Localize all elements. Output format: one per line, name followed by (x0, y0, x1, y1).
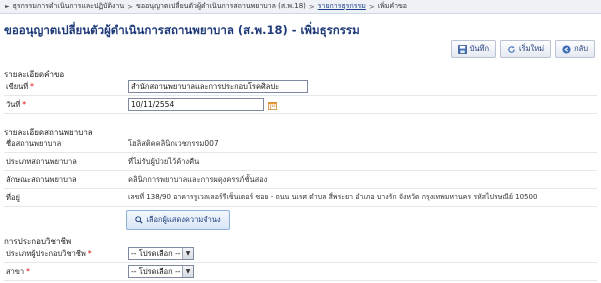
save-icon (457, 44, 467, 54)
select-operator-button-label: เลือกผู้แสดงความจำนง (146, 215, 221, 224)
required-mark: * (26, 266, 30, 276)
branch-row: สาขา * -- โปรดเลือก -- ▼ (4, 263, 597, 281)
chevron-down-icon: ▼ (182, 248, 193, 259)
breadcrumb-arrow-icon: ► (5, 3, 10, 10)
written-at-row: เขียนที่ * (4, 78, 597, 96)
date-label-text: วันที่ (6, 99, 21, 109)
profession-type-selected: -- โปรดเลือก -- (131, 248, 181, 258)
profession-type-label: ประเภทผู้ประกอบวิชาชีพ * (4, 248, 128, 260)
written-at-input[interactable] (128, 80, 308, 93)
branch-select[interactable]: -- โปรดเลือก -- ▼ (128, 265, 194, 278)
written-at-label-text: เขียนที่ (6, 81, 29, 91)
reset-button-label: เริ่มใหม่ (519, 44, 545, 53)
facility-address-label: ที่อยู่ (6, 192, 20, 202)
facility-type-value: ที่ไม่รับผู้ป่วยไว้ค้างคืน (128, 156, 200, 166)
required-mark: * (87, 248, 92, 258)
breadcrumb-item-transaction-list[interactable]: รายการธุรกรรม (318, 1, 366, 12)
reset-button[interactable]: เริ่มใหม่ (500, 40, 552, 58)
facility-name-value: โฮลิสติคคลินิกเวชกรรม007 (128, 138, 219, 148)
facility-type-label: ประเภทสถานพยาบาล (6, 156, 77, 166)
facility-row: ที่อยู่ เลขที่ 138/90 อาคารรูเวลเลอร์รีเ… (4, 189, 597, 207)
profession-type-cell: -- โปรดเลือก -- ▼ (128, 247, 597, 260)
search-icon (135, 216, 143, 224)
breadcrumb-separator: > (368, 2, 375, 11)
back-button[interactable]: กลับ (555, 40, 595, 58)
breadcrumb: ► ธุรกรรมการดำเนินการและปฏิบัติงาน > ขออ… (0, 0, 601, 14)
breadcrumb-separator: > (308, 2, 315, 11)
chevron-down-icon: ▼ (182, 266, 193, 277)
required-mark: * (30, 81, 34, 91)
branch-selected: -- โปรดเลือก -- (131, 266, 181, 276)
facility-name-label: ชื่อสถานพยาบาล (6, 138, 62, 148)
save-button[interactable]: บันทึก (450, 40, 496, 58)
date-row: วันที่ * (4, 96, 597, 114)
profession-type-row: ประเภทผู้ประกอบวิชาชีพ * -- โปรดเลือก -- … (4, 245, 597, 263)
facility-row: ลักษณะสถานพยาบาล คลินิกการพยาบาลและการผด… (4, 171, 597, 189)
breadcrumb-separator: > (127, 2, 134, 11)
profession-type-select[interactable]: -- โปรดเลือก -- ▼ (128, 247, 194, 260)
select-operator-button[interactable]: เลือกผู้แสดงความจำนง (126, 210, 230, 230)
back-arrow-icon (562, 44, 571, 54)
date-value-cell (128, 98, 597, 111)
branch-label-text: สาขา (6, 266, 25, 276)
refresh-icon (508, 45, 515, 53)
facility-category-label: ลักษณะสถานพยาบาล (6, 174, 77, 184)
facility-row: ประเภทสถานพยาบาล ที่ไม่รับผู้ป่วยไว้ค้าง… (4, 153, 597, 171)
date-input[interactable] (128, 98, 264, 111)
page-title: ขออนุญาตเปลี่ยนตัวผู้ดำเนินการสถานพยาบาล… (4, 23, 360, 37)
profession-type-label-text: ประเภทผู้ประกอบวิชาชีพ (6, 248, 86, 258)
branch-label: สาขา * (4, 266, 128, 278)
written-at-label: เขียนที่ * (4, 81, 128, 93)
calendar-icon[interactable] (268, 101, 278, 110)
breadcrumb-item-current: เพิ่มคำขอ (377, 2, 407, 10)
toolbar: บันทึก เริ่มใหม่ กลับ (450, 40, 595, 58)
branch-cell: -- โปรดเลือก -- ▼ (128, 265, 597, 278)
date-label: วันที่ * (4, 99, 128, 111)
facility-address-value: เลขที่ 138/90 อาคารรูเวลเลอร์รีเซ็นเตอร์… (128, 193, 538, 201)
back-button-label: กลับ (574, 44, 588, 53)
save-button-label: บันทึก (469, 44, 489, 53)
breadcrumb-item-request-type[interactable]: ขออนุญาตเปลี่ยนตัวผู้ดำเนินการสถานพยาบาล… (136, 1, 306, 12)
breadcrumb-item-transactions[interactable]: ธุรกรรมการดำเนินการและปฏิบัติงาน (13, 1, 125, 12)
written-at-value-cell (128, 80, 597, 93)
facility-category-value: คลินิกการพยาบาลและการผดุงครรภ์ชั้นสอง (128, 174, 268, 184)
facility-row: ชื่อสถานพยาบาล โฮลิสติคคลินิกเวชกรรม007 (4, 135, 597, 153)
required-mark: * (22, 99, 27, 109)
